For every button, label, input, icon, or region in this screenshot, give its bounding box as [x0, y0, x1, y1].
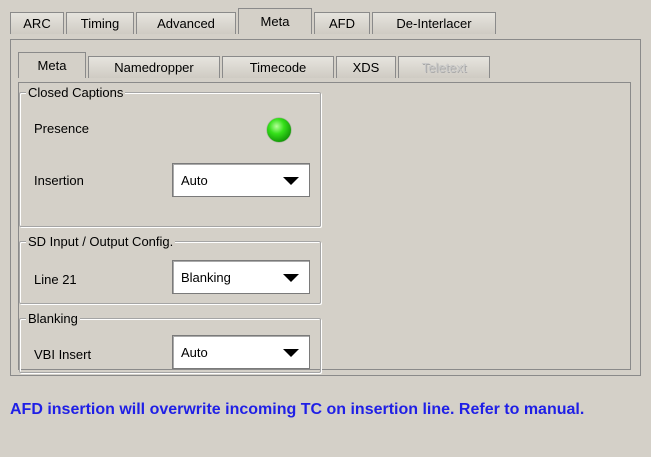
sub-tab-bar: Meta Namedropper Timecode XDS Teletext	[18, 52, 492, 78]
blanking-group: Blanking VBI Insert Auto	[19, 311, 321, 373]
tab-label: Meta	[260, 14, 290, 29]
presence-label: Presence	[34, 121, 89, 136]
tab-afd[interactable]: AFD	[314, 12, 370, 34]
tab-label: XDS	[352, 60, 380, 75]
blanking-title: Blanking	[26, 311, 80, 326]
vbi-insert-select-value: Auto	[181, 344, 208, 360]
line21-label: Line 21	[34, 272, 77, 287]
subtab-meta[interactable]: Meta	[18, 52, 86, 78]
tab-arc[interactable]: ARC	[10, 12, 64, 34]
tab-label: ARC	[23, 16, 51, 31]
vbi-insert-label: VBI Insert	[34, 347, 92, 362]
tab-label: Timecode	[249, 60, 307, 75]
tab-label: De-Interlacer	[396, 16, 472, 31]
tab-advanced[interactable]: Advanced	[136, 12, 236, 34]
insertion-select-value: Auto	[181, 172, 208, 188]
sd-config-group: SD Input / Output Config. Line 21 Blanki…	[19, 234, 321, 304]
sd-config-title: SD Input / Output Config.	[26, 234, 176, 249]
subtab-timecode[interactable]: Timecode	[222, 56, 334, 78]
subtab-namedropper[interactable]: Namedropper	[88, 56, 220, 78]
warning-message: AFD insertion will overwrite incoming TC…	[10, 401, 585, 418]
subtab-xds[interactable]: XDS	[336, 56, 396, 78]
tab-timing[interactable]: Timing	[66, 12, 134, 34]
vbi-insert-select[interactable]: Auto	[172, 335, 310, 369]
tab-de-interlacer[interactable]: De-Interlacer	[372, 12, 496, 34]
tab-label: Advanced	[157, 16, 215, 31]
tab-label: Timing	[80, 16, 120, 31]
insertion-select[interactable]: Auto	[172, 163, 310, 197]
top-tab-bar: ARC Timing Advanced Meta AFD De-Interlac…	[10, 8, 498, 34]
dropdown-arrow-icon	[283, 177, 299, 185]
tab-meta[interactable]: Meta	[238, 8, 312, 34]
closed-captions-group: Closed Captions Presence Insertion Auto	[19, 85, 321, 227]
closed-captions-title: Closed Captions	[26, 85, 126, 100]
line21-select[interactable]: Blanking	[172, 260, 310, 294]
tab-label: AFD	[329, 16, 355, 31]
tab-label: Namedropper	[114, 60, 194, 75]
presence-indicator-icon	[267, 118, 291, 142]
dropdown-arrow-icon	[283, 349, 299, 357]
tab-label: Teletext	[421, 60, 467, 75]
subtab-teletext: Teletext	[398, 56, 490, 78]
tab-label: Meta	[37, 58, 67, 73]
line21-select-value: Blanking	[181, 269, 231, 285]
insertion-label: Insertion	[34, 173, 84, 188]
dropdown-arrow-icon	[283, 274, 299, 282]
